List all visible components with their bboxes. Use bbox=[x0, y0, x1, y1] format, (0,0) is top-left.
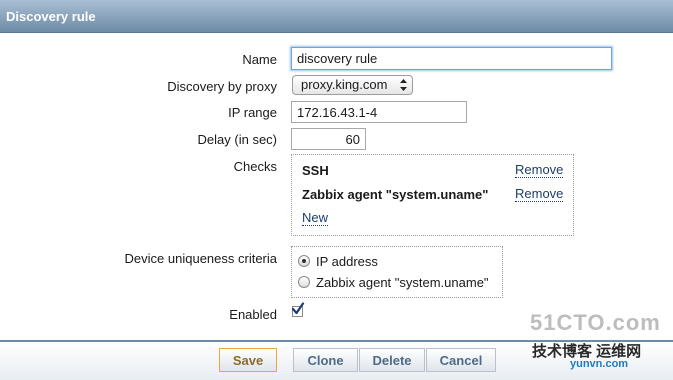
remove-ssh-link[interactable]: Remove bbox=[515, 163, 564, 178]
delete-button[interactable]: Delete bbox=[359, 348, 425, 372]
name-input[interactable] bbox=[291, 47, 612, 70]
radio-zabbix-agent-label: Zabbix agent "system.uname" bbox=[316, 275, 489, 290]
delay-label: Delay (in sec) bbox=[197, 132, 277, 147]
check-ssh: SSH bbox=[302, 163, 329, 178]
checks-label: Checks bbox=[233, 159, 277, 174]
name-label: Name bbox=[242, 52, 277, 67]
proxy-select-value: proxy.king.com bbox=[301, 77, 388, 92]
enabled-label: Enabled bbox=[229, 307, 277, 322]
title-bar: Discovery rule bbox=[0, 0, 673, 33]
proxy-select[interactable]: proxy.king.com bbox=[292, 75, 413, 95]
delay-input[interactable] bbox=[291, 128, 366, 150]
radio-ip-address-label: IP address bbox=[316, 254, 378, 269]
new-check-link[interactable]: New bbox=[302, 211, 329, 226]
checkmark-icon bbox=[291, 302, 305, 315]
save-button[interactable]: Save bbox=[219, 348, 277, 372]
proxy-label: Discovery by proxy bbox=[167, 79, 277, 94]
clone-button[interactable]: Clone bbox=[293, 348, 358, 372]
page-title: Discovery rule bbox=[6, 9, 96, 24]
check-zabbix-agent: Zabbix agent "system.uname" bbox=[302, 187, 489, 202]
cancel-button[interactable]: Cancel bbox=[426, 348, 496, 372]
radio-ip-address[interactable] bbox=[298, 255, 310, 267]
watermark-line-1: 51CTO.com bbox=[530, 310, 661, 335]
select-arrows-icon bbox=[400, 79, 407, 91]
ip-range-input[interactable] bbox=[291, 101, 467, 123]
ip-range-label: IP range bbox=[228, 105, 277, 120]
radio-zabbix-agent[interactable] bbox=[298, 276, 310, 288]
uniqueness-label: Device uniqueness criteria bbox=[124, 251, 277, 266]
remove-zabbix-agent-link[interactable]: Remove bbox=[515, 187, 564, 202]
